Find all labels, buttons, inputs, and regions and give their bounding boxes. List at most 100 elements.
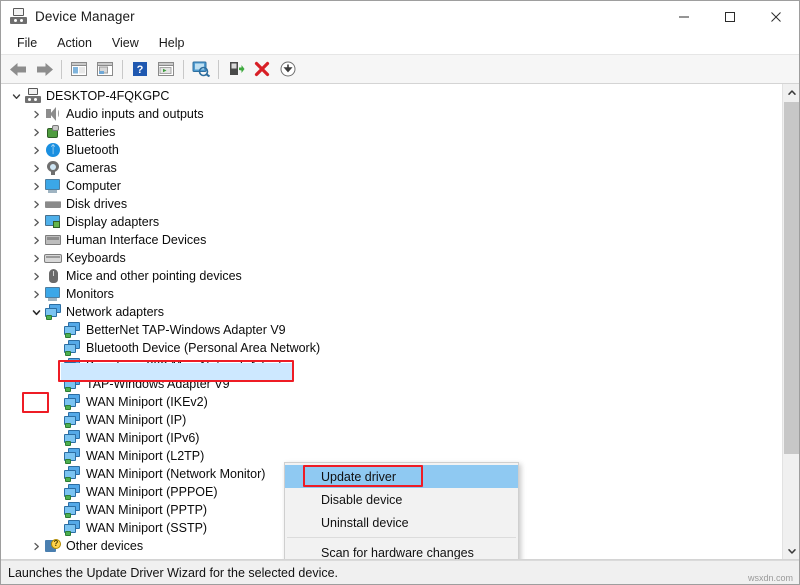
vertical-scrollbar[interactable] (782, 84, 799, 559)
chevron-right-icon[interactable] (29, 200, 44, 209)
sidebar-item-bluetooth[interactable]: ᛏ Bluetooth (1, 141, 782, 159)
chevron-right-icon[interactable] (29, 236, 44, 245)
tree-item-label: BetterNet TAP-Windows Adapter V9 (86, 322, 286, 338)
watermark: wsxdn.com (748, 573, 793, 583)
chevron-right-icon[interactable] (29, 290, 44, 299)
menu-help[interactable]: Help (149, 34, 195, 52)
network-adapter-icon (63, 466, 81, 482)
toolbar: ? (1, 55, 799, 84)
audio-icon (44, 106, 62, 122)
tree-item-label: WAN Miniport (SSTP) (86, 520, 207, 536)
context-menu-item-scan-for-hardware-changes[interactable]: Scan for hardware changes (285, 541, 518, 560)
properties-window-icon[interactable] (92, 56, 118, 82)
tree-item-label: Bluetooth (66, 142, 119, 158)
chevron-down-icon[interactable] (9, 92, 24, 101)
sidebar-item-monitors[interactable]: Monitors (1, 285, 782, 303)
chevron-right-icon[interactable] (29, 164, 44, 173)
network-adapter-icon (63, 412, 81, 428)
chevron-right-icon[interactable] (29, 128, 44, 137)
sidebar-item-mice-and-other-pointing-devices[interactable]: Mice and other pointing devices (1, 267, 782, 285)
context-menu-item-disable-device[interactable]: Disable device (285, 488, 518, 511)
bluetooth-icon: ᛏ (44, 142, 62, 158)
sidebar-item-network-adapters[interactable]: Network adapters (1, 303, 782, 321)
selected-row-highlight (61, 363, 292, 380)
sidebar-item-disk-drives[interactable]: Disk drives (1, 195, 782, 213)
tree-item-label: WAN Miniport (PPPOE) (86, 484, 218, 500)
sidebar-item-audio-inputs-and-outputs[interactable]: Audio inputs and outputs (1, 105, 782, 123)
sidebar-item-keyboards[interactable]: Keyboards (1, 249, 782, 267)
network-adapter-icon (63, 430, 81, 446)
add-legacy-hardware-icon[interactable] (223, 56, 249, 82)
scroll-down-arrow-icon[interactable] (783, 542, 799, 559)
tree-item-network-adapter[interactable]: BetterNet TAP-Windows Adapter V9 (1, 321, 782, 339)
tree-item-label: Human Interface Devices (66, 232, 206, 248)
tree-item-label: Monitors (66, 286, 114, 302)
scrollbar-thumb[interactable] (784, 102, 799, 454)
keyboard-icon (44, 250, 62, 266)
chevron-right-icon[interactable] (29, 542, 44, 551)
minimize-button[interactable] (661, 1, 707, 32)
sidebar-item-computer[interactable]: Computer (1, 177, 782, 195)
scan-for-hardware-changes-icon[interactable] (188, 56, 214, 82)
chevron-right-icon[interactable] (29, 182, 44, 191)
sidebar-item-cameras[interactable]: Cameras (1, 159, 782, 177)
tree-item-label: WAN Miniport (IPv6) (86, 430, 199, 446)
toolbar-separator (122, 60, 123, 79)
window-title: Device Manager (35, 9, 135, 24)
tree-item-label: Keyboards (66, 250, 126, 266)
tree-item-network-adapter[interactable]: Bluetooth Device (Personal Area Network) (1, 339, 782, 357)
scroll-up-arrow-icon[interactable] (783, 84, 799, 101)
chevron-right-icon[interactable] (29, 218, 44, 227)
tree-item-root[interactable]: DESKTOP-4FQKGPC (1, 87, 782, 105)
content-area: DESKTOP-4FQKGPC Audio inputs and outputs… (1, 84, 799, 560)
tree-item-network-adapter[interactable]: WAN Miniport (IPv6) (1, 429, 782, 447)
sidebar-item-batteries[interactable]: Batteries (1, 123, 782, 141)
monitor-icon (44, 286, 62, 302)
chevron-right-icon[interactable] (29, 272, 44, 281)
window-controls (661, 1, 799, 32)
help-icon[interactable]: ? (127, 56, 153, 82)
battery-icon (44, 124, 62, 140)
tree-item-label: Other devices (66, 538, 143, 554)
display-adapter-icon (44, 214, 62, 230)
tree-item-label: Computer (66, 178, 121, 194)
tree-item-label: DESKTOP-4FQKGPC (46, 88, 169, 104)
chevron-down-icon[interactable] (29, 308, 44, 317)
close-button[interactable] (753, 1, 799, 32)
tree-item-label: WAN Miniport (IKEv2) (86, 394, 208, 410)
uninstall-device-icon[interactable] (249, 56, 275, 82)
tree-item-label: Network adapters (66, 304, 164, 320)
hid-icon (44, 232, 62, 248)
tree-item-label: WAN Miniport (PPTP) (86, 502, 207, 518)
sidebar-item-human-interface-devices[interactable]: Human Interface Devices (1, 231, 782, 249)
menu-file[interactable]: File (7, 34, 47, 52)
tree-item-label: Bluetooth Device (Personal Area Network) (86, 340, 320, 356)
mouse-icon (44, 268, 62, 284)
forward-arrow-icon[interactable] (31, 56, 57, 82)
chevron-right-icon[interactable] (29, 146, 44, 155)
menu-action[interactable]: Action (47, 34, 102, 52)
show-hide-console-tree-icon[interactable] (66, 56, 92, 82)
context-menu-item-update-driver[interactable]: Update driver (285, 465, 518, 488)
sidebar-item-display-adapters[interactable]: Display adapters (1, 213, 782, 231)
chevron-right-icon[interactable] (29, 110, 44, 119)
context-menu[interactable]: Update driver Disable device Uninstall d… (284, 462, 519, 560)
toolbar-separator (218, 60, 219, 79)
maximize-button[interactable] (707, 1, 753, 32)
unknown-device-warning-icon: ? (44, 538, 62, 554)
context-menu-separator (287, 537, 516, 538)
tree-item-network-adapter[interactable]: WAN Miniport (IKEv2) (1, 393, 782, 411)
properties-icon[interactable] (153, 56, 179, 82)
network-adapter-icon (63, 448, 81, 464)
context-menu-item-uninstall-device[interactable]: Uninstall device (285, 511, 518, 534)
back-arrow-icon[interactable] (5, 56, 31, 82)
menu-view[interactable]: View (102, 34, 149, 52)
tree-item-label: Audio inputs and outputs (66, 106, 204, 122)
tree-item-network-adapter[interactable]: WAN Miniport (IP) (1, 411, 782, 429)
chevron-right-icon[interactable] (29, 254, 44, 263)
computer-icon (44, 178, 62, 194)
network-adapter-icon (63, 502, 81, 518)
tree-item-label: WAN Miniport (L2TP) (86, 448, 204, 464)
update-driver-icon[interactable] (275, 56, 301, 82)
tree-item-label: Mice and other pointing devices (66, 268, 242, 284)
